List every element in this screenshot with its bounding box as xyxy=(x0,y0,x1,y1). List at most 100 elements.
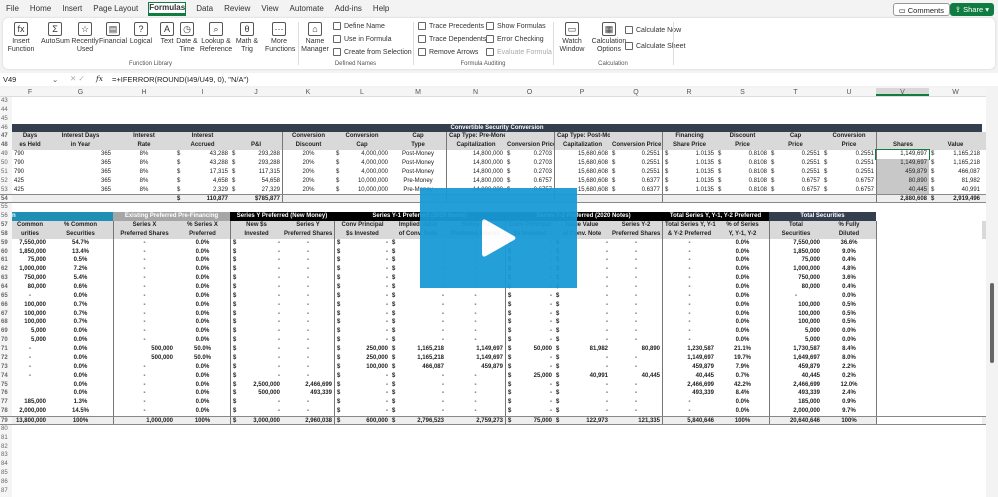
cell[interactable] xyxy=(334,460,390,469)
column-header-O[interactable]: O xyxy=(505,88,554,96)
cell[interactable]: es Held xyxy=(12,141,48,150)
cell[interactable]: Conversion xyxy=(282,132,334,142)
cell[interactable]: 5,000 xyxy=(769,327,822,337)
cell[interactable]: Series X xyxy=(113,221,175,230)
cell[interactable] xyxy=(929,132,982,141)
cell[interactable]: - xyxy=(12,354,48,363)
cell[interactable]: 15,680,608 xyxy=(554,176,610,186)
column-header-R[interactable]: R xyxy=(662,88,716,96)
cell[interactable]: $3,000,000 xyxy=(230,416,282,424)
cell[interactable]: - xyxy=(113,283,175,292)
cell[interactable]: - xyxy=(446,310,505,319)
cell[interactable] xyxy=(505,487,554,496)
cell[interactable] xyxy=(822,443,876,452)
cell[interactable]: - xyxy=(610,381,662,390)
cell[interactable] xyxy=(113,106,175,115)
chevron-down-icon[interactable]: ⌄ xyxy=(52,75,58,84)
ribbon-button-financial[interactable]: ▤ Financial xyxy=(99,22,127,46)
cell[interactable]: - xyxy=(113,247,175,257)
cell[interactable]: 5,000 xyxy=(12,327,48,336)
row-header[interactable]: 74 xyxy=(0,371,12,381)
cell[interactable]: $- xyxy=(554,381,610,390)
cell[interactable]: 0.0% xyxy=(48,381,113,390)
cell[interactable]: 0.0% xyxy=(716,318,769,327)
cell[interactable]: - xyxy=(113,362,175,372)
cell[interactable]: 500,000 xyxy=(113,353,175,363)
cell[interactable] xyxy=(334,425,390,434)
cell[interactable] xyxy=(113,115,175,124)
cell[interactable] xyxy=(876,229,929,239)
cell[interactable]: 0.0% xyxy=(716,292,769,301)
cell[interactable]: 0.0% xyxy=(175,389,230,398)
cell[interactable]: 13.4% xyxy=(48,248,113,257)
cell[interactable]: - xyxy=(12,292,48,301)
cell[interactable]: $1,165,218 xyxy=(390,345,446,354)
cell[interactable]: 0.0% xyxy=(716,310,769,319)
cell[interactable] xyxy=(662,434,716,443)
cell[interactable] xyxy=(12,487,48,496)
cell[interactable] xyxy=(48,434,113,443)
row-header[interactable]: 57 xyxy=(0,221,12,230)
cell[interactable]: 0.0% xyxy=(48,363,113,372)
cell[interactable] xyxy=(876,478,929,487)
cell[interactable] xyxy=(282,203,334,212)
cell[interactable]: 0.0% xyxy=(175,283,230,292)
cell[interactable] xyxy=(929,336,982,346)
cell[interactable]: 0.0% xyxy=(175,398,230,407)
cell[interactable]: - xyxy=(610,256,662,265)
cell[interactable]: 0.0% xyxy=(48,354,113,363)
cell[interactable] xyxy=(48,460,113,469)
cell[interactable] xyxy=(390,425,446,434)
cell[interactable] xyxy=(876,309,929,319)
cell[interactable] xyxy=(48,425,113,434)
cell[interactable]: 14,800,000 xyxy=(446,150,505,160)
cell[interactable] xyxy=(769,203,822,212)
cell[interactable] xyxy=(505,132,554,141)
cell[interactable] xyxy=(334,451,390,460)
vertical-scrollbar[interactable] xyxy=(986,88,998,497)
cell[interactable]: $- xyxy=(230,345,282,354)
cell[interactable] xyxy=(876,221,929,230)
cell[interactable]: - xyxy=(12,363,48,372)
cell[interactable] xyxy=(822,478,876,487)
cell[interactable]: $- xyxy=(334,300,390,310)
ribbon-button-create-from-selection[interactable]: Create from Selection xyxy=(333,48,412,56)
cell[interactable]: 2,759,273 xyxy=(446,417,505,424)
cell[interactable] xyxy=(662,425,716,434)
cell[interactable]: Post-Money xyxy=(390,168,446,177)
cell[interactable]: $- xyxy=(390,389,446,398)
cell[interactable]: 14,800,000 xyxy=(446,176,505,186)
cell[interactable]: - xyxy=(113,371,175,381)
row-header[interactable]: 61 xyxy=(0,256,12,266)
cell[interactable]: 80,890 xyxy=(610,345,662,354)
scrollbar-thumb[interactable] xyxy=(990,283,994,363)
cell[interactable]: - xyxy=(282,327,334,336)
cell[interactable]: 0.0% xyxy=(175,372,230,381)
cell[interactable]: $- xyxy=(230,309,282,319)
cell[interactable] xyxy=(929,247,982,257)
cell[interactable]: $0.6757 xyxy=(769,177,822,186)
cell[interactable]: $- xyxy=(334,327,390,337)
cell[interactable]: 0.0% xyxy=(175,310,230,319)
column-header-S[interactable]: S xyxy=(716,88,769,96)
cell[interactable]: 0.0% xyxy=(175,407,230,416)
cell[interactable]: 9.0% xyxy=(822,248,876,257)
cell[interactable]: - xyxy=(662,291,716,301)
cell[interactable]: $- xyxy=(390,381,446,390)
cell[interactable]: - xyxy=(282,398,334,407)
cell[interactable] xyxy=(876,265,929,275)
ribbon-button-remove-arrows[interactable]: Remove Arrows xyxy=(418,48,478,56)
cell[interactable]: 0.0% xyxy=(716,248,769,257)
cell[interactable] xyxy=(282,478,334,487)
row-header[interactable]: 53 xyxy=(0,185,12,195)
cell[interactable]: Price xyxy=(822,141,876,150)
cell[interactable] xyxy=(390,115,446,124)
cell[interactable] xyxy=(929,345,982,354)
cell[interactable]: - xyxy=(610,354,662,363)
cell[interactable] xyxy=(610,434,662,443)
cell[interactable] xyxy=(610,478,662,487)
cell[interactable]: $- xyxy=(390,398,446,407)
cell[interactable]: $- xyxy=(390,292,446,301)
cell[interactable] xyxy=(929,398,982,408)
cell[interactable]: $- xyxy=(505,389,554,399)
